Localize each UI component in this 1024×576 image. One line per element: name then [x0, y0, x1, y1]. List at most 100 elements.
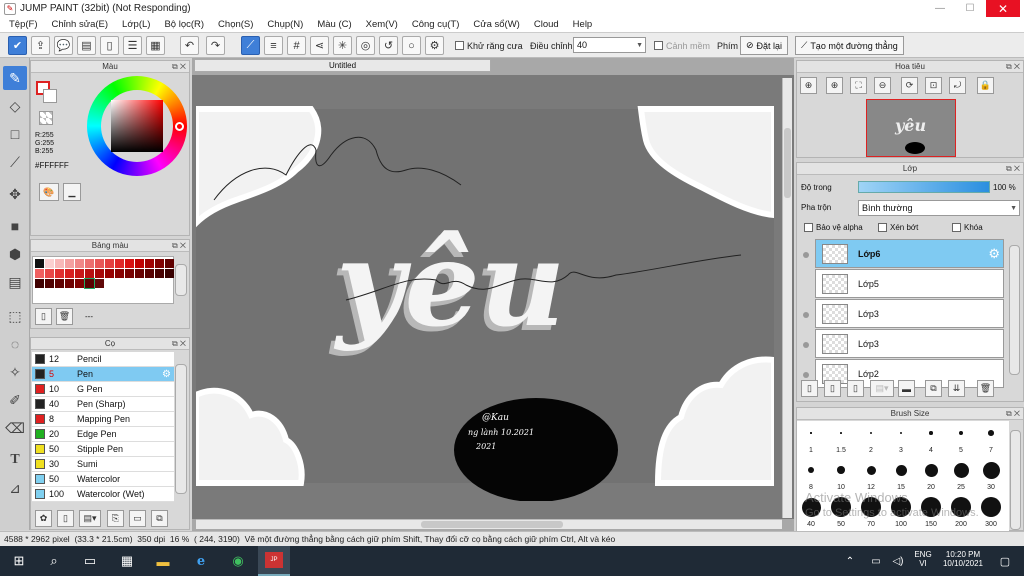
palette-swatch[interactable] [45, 259, 54, 268]
drawing[interactable]: @Kau ng lành 10.2021 2021 yêu yêu [196, 75, 774, 501]
document-tab[interactable]: Untitled [194, 59, 491, 72]
zoom-in-icon[interactable]: ⊕ [826, 77, 843, 94]
palette-swatch[interactable] [105, 269, 114, 278]
visibility-eye-icon[interactable] [803, 312, 809, 318]
hue-marker[interactable] [175, 122, 184, 131]
palette-swatch[interactable] [75, 259, 84, 268]
brush-size-dot[interactable] [958, 430, 964, 436]
brush-menu-icon[interactable]: ▤▾ [79, 510, 101, 527]
canvas-viewport[interactable]: @Kau ng lành 10.2021 2021 yêu yêu [192, 75, 794, 519]
close-button[interactable]: ✕ [986, 0, 1020, 17]
soft-edge-toggle[interactable]: Cảnh mềm [654, 37, 710, 54]
palette-swatch[interactable] [65, 259, 74, 268]
merge-layer-icon[interactable]: ⇊ [948, 380, 965, 397]
eyedropper-tool-icon[interactable]: ⊿ [3, 476, 27, 500]
store-icon[interactable]: ▦ [117, 552, 137, 570]
opacity-slider[interactable] [858, 181, 990, 193]
layer-menu-icon[interactable]: ▤▾ [870, 380, 894, 397]
brush-size-dot[interactable] [988, 430, 994, 436]
palette-swatch[interactable] [95, 269, 104, 278]
adjust-select[interactable]: 40 ▼ [573, 37, 646, 53]
palette-swatch[interactable] [65, 279, 74, 288]
palette-swatch[interactable] [155, 259, 164, 268]
palette-swatch[interactable] [145, 259, 154, 268]
chevron-up-icon[interactable]: ⌃ [840, 552, 860, 570]
menu-file[interactable]: Tệp(F) [2, 19, 45, 30]
close-icon[interactable]: ⧉ ✕ [172, 240, 186, 252]
lasso-tool-icon[interactable]: ◌ [3, 332, 27, 356]
close-icon[interactable]: ⧉ ✕ [172, 338, 186, 350]
folder-icon[interactable]: ▬ [898, 380, 915, 397]
lock-checkbox[interactable] [952, 223, 961, 232]
palette-swatch[interactable] [125, 259, 134, 268]
palette-swatch[interactable] [55, 259, 64, 268]
menu-edit[interactable]: Chỉnh sửa(E) [45, 19, 116, 30]
brush-scrollbar[interactable] [175, 364, 187, 494]
palette-scrollbar[interactable] [175, 264, 187, 296]
layer-row[interactable]: Lớp6 ⚙ [815, 239, 1004, 268]
palette-swatch[interactable] [135, 269, 144, 278]
file-explorer-icon[interactable]: ▬ [153, 552, 173, 570]
saturation-square[interactable] [111, 100, 163, 152]
text-tool-icon[interactable]: T [3, 448, 27, 472]
clip-checkbox[interactable] [878, 223, 887, 232]
zoom-fit-icon[interactable]: ⊕ [800, 77, 817, 94]
brush-item[interactable]: 40 Pen (Sharp) [32, 397, 174, 412]
palette-swatch[interactable] [55, 269, 64, 278]
layer-row[interactable]: Lớp3 [815, 299, 1004, 328]
menu-icon[interactable]: ▤ [77, 36, 96, 55]
edge-browser-icon[interactable]: e [191, 552, 211, 570]
folder-icon[interactable]: ▭ [129, 510, 146, 527]
fill-rect-tool-icon[interactable]: ■ [3, 214, 27, 238]
close-icon[interactable]: ⧉ ✕ [172, 61, 186, 73]
brush-size-dot[interactable] [899, 431, 903, 435]
select-rect-tool-icon[interactable]: ⬚ [3, 304, 27, 328]
brush-item[interactable]: 50 Stipple Pen [32, 442, 174, 457]
brush-size-dot[interactable] [953, 462, 969, 478]
layer-row[interactable]: Lớp3 [815, 329, 1004, 358]
perspective-icon[interactable]: ⋖ [310, 36, 329, 55]
menu-help[interactable]: Help [566, 19, 600, 30]
palette-swatch[interactable] [125, 269, 134, 278]
check-icon[interactable]: ✔ [8, 36, 27, 55]
blend-select[interactable]: Bình thường ▼ [858, 200, 1020, 216]
brush-item[interactable]: 20 Edge Pen [32, 427, 174, 442]
menu-filter[interactable]: Bộ lọc(R) [157, 19, 211, 30]
palette-swatch[interactable] [84, 278, 95, 289]
new-palette-icon[interactable]: ▯ [35, 308, 52, 325]
visibility-eye-icon[interactable] [803, 252, 809, 258]
rotate-icon[interactable]: ⤾ [949, 77, 966, 94]
maximize-button[interactable]: ☐ [955, 0, 985, 17]
brush-size-dot[interactable] [895, 464, 907, 476]
palette-swatch[interactable] [35, 259, 44, 268]
upload-icon[interactable]: ⇪ [31, 36, 50, 55]
horizontal-scrollbar[interactable] [196, 519, 782, 529]
grid-settings-icon[interactable]: ▦ [146, 36, 165, 55]
horizontal-scroll-thumb[interactable] [421, 521, 563, 528]
select-eraser-tool-icon[interactable]: ⌫ [3, 416, 27, 440]
network-icon[interactable]: ▭ [866, 552, 886, 570]
palette-swatch[interactable] [95, 259, 104, 268]
menu-window[interactable]: Cửa sổ(W) [466, 19, 526, 30]
reset-button[interactable]: ⊘ Đặt lại [740, 36, 789, 55]
secondary-color-swatch[interactable] [43, 89, 57, 103]
brush-size-dot[interactable] [810, 432, 812, 434]
brush-size-dot[interactable] [924, 463, 938, 477]
circle-icon[interactable]: ○ [402, 36, 421, 55]
close-icon[interactable]: ⧉ ✕ [1006, 408, 1020, 420]
transparent-swatch[interactable] [39, 111, 53, 125]
antialias-toggle[interactable]: Khử răng cưa [455, 37, 523, 54]
windows-start-icon[interactable]: ⊞ [9, 552, 29, 570]
palette-swatch[interactable] [145, 269, 154, 278]
task-view-icon[interactable]: ▭ [80, 552, 100, 570]
lock-view-icon[interactable]: 🔒 [977, 77, 994, 94]
gear-icon[interactable]: ⚙ [988, 246, 1000, 262]
brush-tool-icon[interactable]: ✎ [3, 66, 27, 90]
gradient-tool-icon[interactable]: ▤ [3, 270, 27, 294]
menu-capture[interactable]: Chụp(N) [260, 19, 310, 30]
redo-icon[interactable]: ↷ [206, 36, 225, 55]
curve-icon[interactable]: ↺ [379, 36, 398, 55]
palette-swatch[interactable] [115, 259, 124, 268]
visibility-eye-icon[interactable] [803, 372, 809, 378]
notification-icon[interactable]: ▢ [995, 552, 1015, 570]
